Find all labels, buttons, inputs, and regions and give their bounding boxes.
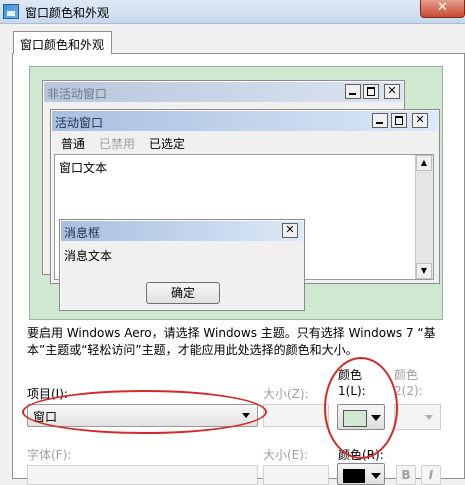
chevron-down-icon: [242, 413, 250, 418]
bold-button[interactable]: B: [396, 465, 416, 485]
message-box-preview: 消息框 ✕ 消息文本 确定: [59, 219, 305, 311]
color1-swatch: [343, 410, 367, 427]
color2-label-top: 颜色: [394, 368, 419, 382]
minimize-icon: [372, 113, 388, 128]
maximize-icon: [391, 113, 407, 128]
color2-button[interactable]: [394, 404, 441, 430]
close-icon: ✕: [384, 84, 400, 99]
message-box-title: 消息框: [61, 221, 303, 241]
font-color-button[interactable]: [337, 463, 385, 485]
preview-menubar: 普通 已禁用 已选定: [52, 132, 438, 152]
item-select-value: 窗口: [33, 410, 58, 424]
close-button[interactable]: ✕: [420, 0, 465, 18]
color1-label: 1(L):: [338, 384, 366, 398]
menu-selected: 已选定: [149, 137, 186, 151]
scroll-down-icon: ▼: [416, 263, 432, 279]
size-label: 大小(Z):: [263, 387, 309, 401]
italic-button[interactable]: I: [421, 465, 441, 485]
item-select[interactable]: 窗口: [27, 404, 258, 427]
font-select[interactable]: [27, 465, 258, 485]
message-text: 消息文本: [64, 249, 113, 263]
font-color-label: 颜色(R):: [338, 448, 384, 462]
menu-disabled: 已禁用: [99, 137, 136, 151]
font-label: 字体(F):: [27, 448, 72, 462]
minimize-icon: [345, 84, 361, 99]
menu-normal: 普通: [61, 137, 86, 151]
color1-label-top: 颜色: [338, 368, 363, 382]
size-stepper[interactable]: [263, 404, 329, 427]
info-text: 要启用 Windows Aero，请选择 Windows 主题。只有选择 Win…: [27, 326, 436, 357]
font-size-label: 大小(E):: [263, 448, 308, 462]
color2-label: 2(2):: [394, 384, 423, 398]
close-icon: ✕: [282, 223, 298, 238]
font-color-swatch: [343, 469, 365, 483]
app-icon: [3, 4, 19, 19]
scroll-up-icon: ▲: [416, 155, 432, 171]
close-icon: ✕: [412, 113, 428, 128]
ok-button-preview: 确定: [146, 282, 220, 304]
chevron-down-icon: [371, 415, 381, 421]
item-label: 项目(I):: [27, 387, 68, 401]
color1-button[interactable]: [337, 404, 385, 430]
window-title: 窗口颜色和外观: [25, 6, 110, 20]
chevron-down-icon: [371, 473, 381, 479]
scrollbar: ▲ ▼: [415, 155, 433, 279]
tab-window-color[interactable]: 窗口颜色和外观: [13, 31, 112, 54]
maximize-icon: [363, 84, 379, 99]
window-text: 窗口文本: [59, 161, 108, 175]
font-size-select[interactable]: [263, 465, 329, 485]
chevron-down-icon: [425, 415, 433, 420]
